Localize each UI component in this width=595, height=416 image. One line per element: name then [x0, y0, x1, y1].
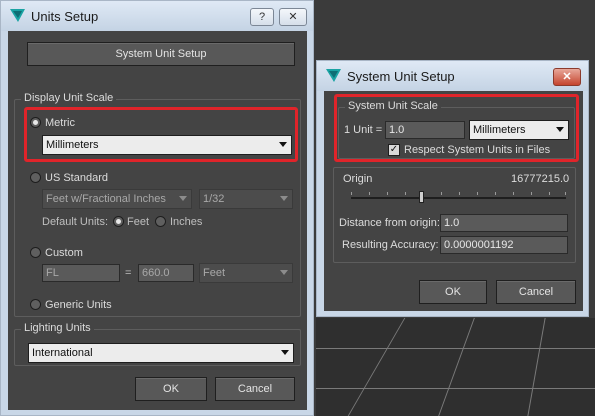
units-setup-window: Units Setup ? ✕ System Unit Setup Displa… — [0, 0, 314, 416]
us-format-dropdown[interactable]: Feet w/Fractional Inches — [42, 189, 192, 209]
chevron-down-icon — [281, 350, 289, 355]
system-unit-setup-client: System Unit Scale 1 Unit = 1.0 Millimete… — [324, 91, 583, 311]
ok-button[interactable]: OK — [135, 377, 207, 401]
custom-unit-dropdown[interactable]: Feet — [199, 263, 293, 283]
slider-tick — [477, 192, 478, 195]
slider-tick — [531, 192, 532, 195]
generic-units-label: Generic Units — [45, 299, 112, 311]
origin-label: Origin — [343, 173, 373, 185]
us-fraction-dropdown[interactable]: 1/32 — [199, 189, 293, 209]
system-unit-setup-titlebar[interactable]: System Unit Setup ✕ — [317, 61, 588, 91]
units-setup-client: System Unit Setup Display Unit Scale Met… — [8, 31, 307, 410]
slider-tick — [441, 192, 442, 195]
slider-tick — [495, 192, 496, 195]
chevron-down-icon — [280, 270, 288, 275]
custom-radio[interactable] — [30, 247, 41, 258]
us-standard-radio[interactable] — [30, 172, 41, 183]
generic-units-radio[interactable] — [30, 299, 41, 310]
system-scale-highlight-box — [334, 94, 579, 162]
help-button[interactable]: ? — [250, 8, 274, 26]
us-fraction-value: 1/32 — [203, 193, 225, 205]
slider-tick — [351, 192, 352, 195]
close-button[interactable]: ✕ — [279, 8, 307, 26]
viewport-grid — [316, 318, 595, 416]
3dsmax-logo-icon — [10, 9, 25, 22]
slider-tick — [387, 192, 388, 195]
metric-highlight-box — [24, 107, 298, 162]
3dsmax-logo-icon — [326, 69, 341, 82]
system-unit-setup-title: System Unit Setup — [347, 69, 455, 84]
slider-tick — [513, 192, 514, 195]
accuracy-field: 0.0000001192 — [440, 236, 568, 254]
slider-tick — [549, 192, 550, 195]
cancel-button[interactable]: Cancel — [496, 280, 576, 304]
ok-button[interactable]: OK — [419, 280, 487, 304]
inches-label: Inches — [170, 216, 203, 228]
lighting-units-dropdown[interactable]: International — [28, 343, 294, 363]
origin-slider-thumb[interactable] — [419, 191, 424, 203]
accuracy-label: Resulting Accuracy: — [342, 239, 439, 251]
slider-tick — [369, 192, 370, 195]
custom-unit-value: Feet — [203, 267, 226, 279]
slider-tick — [405, 192, 406, 195]
display-unit-scale-legend: Display Unit Scale — [21, 92, 117, 104]
custom-label: Custom — [45, 247, 83, 259]
chevron-down-icon — [179, 196, 187, 201]
system-unit-setup-window: System Unit Setup ✕ System Unit Scale 1 … — [316, 60, 589, 317]
distance-field[interactable]: 1.0 — [440, 214, 568, 232]
lighting-units-value: International — [32, 347, 93, 359]
custom-equals-label: = — [125, 267, 132, 279]
units-setup-titlebar[interactable]: Units Setup ? ✕ — [1, 1, 313, 31]
chevron-down-icon — [280, 196, 288, 201]
custom-name-field[interactable]: FL — [42, 264, 120, 282]
us-standard-label: US Standard — [45, 172, 108, 184]
slider-tick — [565, 192, 566, 195]
origin-slider-track[interactable] — [351, 197, 566, 199]
lighting-units-legend: Lighting Units — [21, 322, 94, 334]
origin-value: 16777215.0 — [511, 173, 570, 185]
slider-tick — [459, 192, 460, 195]
default-units-label: Default Units: — [42, 216, 109, 228]
us-format-value: Feet w/Fractional Inches — [46, 193, 166, 205]
units-setup-title: Units Setup — [31, 9, 99, 24]
system-unit-setup-button[interactable]: System Unit Setup — [27, 42, 295, 66]
cancel-button[interactable]: Cancel — [215, 377, 295, 401]
close-button[interactable]: ✕ — [553, 68, 581, 86]
feet-label: Feet — [127, 216, 150, 228]
custom-value-field[interactable]: 660.0 — [138, 264, 194, 282]
distance-label: Distance from origin: — [339, 217, 440, 229]
feet-radio[interactable] — [113, 216, 124, 227]
inches-radio[interactable] — [155, 216, 166, 227]
